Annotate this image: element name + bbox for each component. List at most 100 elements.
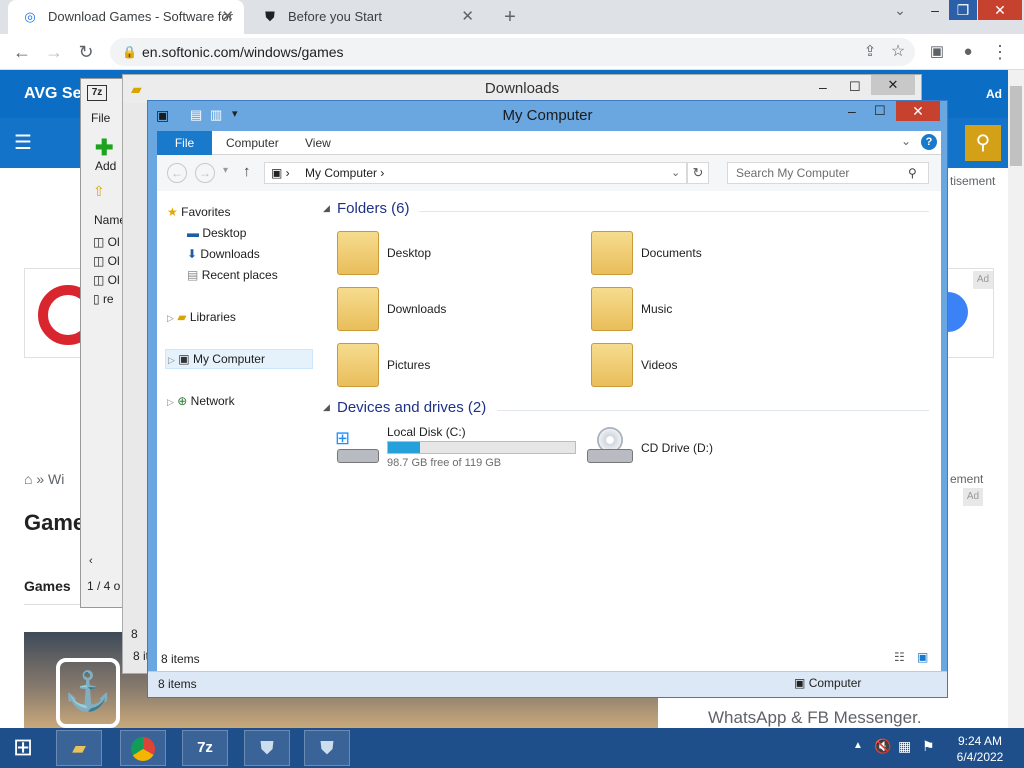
whatsapp-ad-text[interactable]: WhatsApp & FB Messenger. (708, 708, 922, 728)
expand-ribbon-icon[interactable]: ⌄ (901, 134, 911, 148)
show-hidden-icons-icon[interactable]: ▲ (853, 740, 863, 751)
drive-c-name[interactable]: Local Disk (C:) (387, 425, 466, 439)
devices-group-title[interactable]: Devices and drives (2) (337, 399, 486, 416)
back-icon[interactable]: ← (167, 163, 187, 183)
clock-date: 6/4/2022 (956, 750, 1004, 764)
tab-before-you-start[interactable]: ⛊ Before you Start ✕ (248, 0, 484, 34)
tab-download-games[interactable]: ◎ Download Games - Software for ✕ (8, 0, 244, 34)
list-item[interactable]: ▯ re (93, 292, 114, 306)
start-button-windows-icon[interactable]: ⊞ (6, 733, 40, 763)
close-tab-icon[interactable]: ✕ (221, 0, 234, 34)
downloads-title-bar[interactable]: Downloads (123, 75, 921, 103)
bookmark-star-icon[interactable]: ☆ (886, 40, 910, 64)
breadcrumb: ⌂ » Wi (24, 471, 65, 487)
sevenzip-taskbar-icon[interactable]: 7z (182, 730, 228, 766)
folder-music[interactable]: Music (641, 302, 672, 316)
new-tab-button[interactable]: + (498, 4, 522, 30)
close-window-button[interactable]: ✕ (978, 0, 1022, 20)
tab-file[interactable]: File (157, 131, 212, 155)
action-center-icon[interactable]: ⚑ (922, 738, 935, 755)
forward-icon[interactable]: → (195, 163, 215, 183)
shield-taskbar-icon-2[interactable]: ⛊ (304, 730, 350, 766)
search-icon[interactable]: ⚲ (908, 163, 917, 183)
address-path[interactable]: ▣ › My Computer › ⌄ (264, 162, 687, 184)
folder-documents[interactable]: Documents (641, 246, 702, 260)
games-subnav[interactable]: Games (24, 578, 71, 594)
expand-icon: ▷ (167, 313, 174, 323)
minimize-button[interactable]: – (921, 0, 949, 20)
close-button[interactable]: ✕ (896, 101, 940, 121)
nav-network[interactable]: ▷ ⊕ Network (167, 392, 235, 410)
menu-file[interactable]: File (91, 111, 110, 125)
recent-locations-icon[interactable]: ▾ (223, 165, 228, 176)
restore-button[interactable]: ❐ (949, 0, 977, 20)
hamburger-icon[interactable]: ☰ (14, 130, 32, 155)
search-input[interactable]: Search My Computer ⚲ (727, 162, 929, 184)
nav-favorites[interactable]: ★ Favorites (167, 203, 230, 221)
menu-dots-icon[interactable]: ⋮ (988, 40, 1012, 64)
nav-libraries[interactable]: ▷ ▰ Libraries (167, 308, 236, 326)
add-icon[interactable]: ✚ (95, 135, 113, 161)
list-item[interactable]: ◫ Ol (93, 273, 120, 287)
nav-recent-places[interactable]: ▤ Recent places (187, 266, 278, 284)
nav-downloads[interactable]: ⬇ Downloads (187, 245, 260, 263)
refresh-icon[interactable]: ↻ (687, 162, 709, 184)
close-button[interactable]: ✕ (871, 75, 915, 95)
list-item[interactable]: ◫ Ol (93, 254, 120, 268)
collapse-group-icon[interactable]: ◢ (323, 203, 330, 214)
tab-view[interactable]: View (293, 131, 343, 155)
folder-pictures[interactable]: Pictures (387, 358, 430, 372)
maximize-button[interactable]: ☐ (874, 103, 886, 119)
folders-group-title[interactable]: Folders (6) (337, 200, 410, 217)
volume-muted-icon[interactable]: 🔇 (874, 738, 891, 755)
scroll-left-icon[interactable]: ‹ (89, 555, 93, 567)
collapse-group-icon[interactable]: ◢ (323, 402, 330, 413)
home-icon[interactable]: ⌂ (24, 471, 32, 487)
reload-icon[interactable]: ↻ (74, 40, 98, 64)
nav-my-computer[interactable]: ▷ ▣ My Computer (165, 349, 313, 369)
network-tray-icon[interactable]: ▦ (898, 738, 911, 755)
large-icons-view-icon[interactable]: ▣ (917, 650, 928, 664)
computer-icon: ▣ › (271, 166, 290, 180)
minimize-button[interactable]: – (848, 103, 856, 119)
share-icon[interactable]: ⇪ (858, 40, 882, 64)
help-icon[interactable]: ? (921, 134, 937, 150)
chevron-right-icon[interactable]: › (380, 166, 384, 180)
shield-taskbar-icon[interactable]: ⛊ (244, 730, 290, 766)
maximize-button[interactable]: ☐ (849, 79, 861, 95)
drive-d-name[interactable]: CD Drive (D:) (641, 441, 713, 455)
close-tab-icon[interactable]: ✕ (461, 0, 474, 34)
my-computer-window[interactable]: ▣ ▤ ▥ ▾ My Computer – ☐ ✕ File Computer … (147, 100, 948, 698)
ad-badge: Ad (973, 271, 993, 289)
details-view-icon[interactable]: ☷ (894, 650, 905, 664)
sevenzip-window[interactable]: 7z File ✚ Add ⇧ Name ◫ Ol ◫ Ol ◫ Ol ▯ re… (80, 78, 126, 608)
profile-icon[interactable]: ● (956, 40, 980, 64)
tab-search-icon[interactable]: ⌄ (886, 0, 914, 20)
chevron-down-icon[interactable]: ⌄ (671, 163, 680, 183)
add-label[interactable]: Add (95, 159, 116, 173)
address-bar[interactable]: 🔒 en.softonic.com/windows/games (110, 38, 915, 66)
up-icon[interactable]: ↑ (243, 163, 251, 180)
breadcrumb-item[interactable]: Wi (48, 471, 64, 487)
forward-icon[interactable]: → (42, 40, 66, 64)
list-item[interactable]: ◫ Ol (93, 235, 120, 249)
site-search-icon[interactable]: ⚲ (965, 125, 1001, 161)
libraries-icon: ▰ (177, 310, 187, 324)
folder-up-icon[interactable]: ⇧ (93, 183, 105, 200)
folder-videos[interactable]: Videos (641, 358, 677, 372)
side-panel-icon[interactable]: ▣ (925, 40, 949, 64)
tab-computer[interactable]: Computer (214, 131, 291, 155)
system-clock[interactable]: 9:24 AM 6/4/2022 (948, 733, 1012, 765)
page-scrollbar-thumb[interactable] (1010, 86, 1022, 166)
path-segment[interactable]: My Computer (305, 166, 377, 180)
nav-desktop[interactable]: ▬ Desktop (187, 224, 246, 242)
minimize-button[interactable]: – (819, 79, 827, 95)
back-icon[interactable]: ← (10, 40, 34, 64)
title-bar[interactable]: My Computer (148, 101, 947, 131)
folder-downloads[interactable]: Downloads (387, 302, 446, 316)
chrome-taskbar-icon[interactable] (120, 730, 166, 766)
clock-time: 9:24 AM (957, 734, 1003, 748)
page-scrollbar[interactable] (1008, 70, 1024, 728)
folder-desktop[interactable]: Desktop (387, 246, 431, 260)
file-explorer-taskbar-icon[interactable]: ▰ (56, 730, 102, 766)
